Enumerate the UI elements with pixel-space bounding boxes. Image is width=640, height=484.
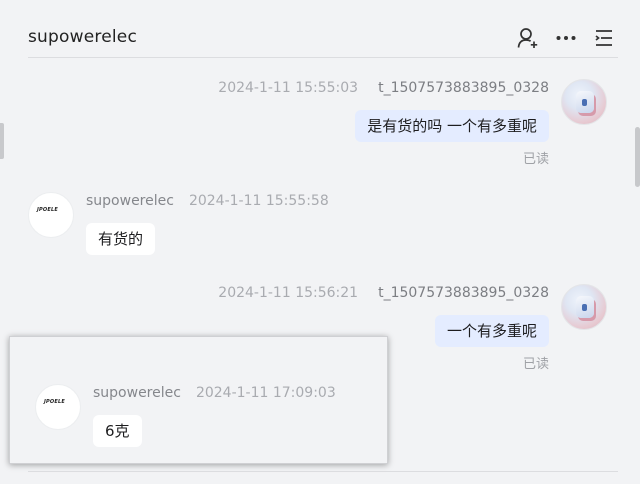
shop-avatar[interactable]: JPOELE (28, 192, 74, 238)
message-meta: 2024-1-11 15:56:21 t_1507573883895_0328 (218, 285, 549, 301)
shop-logo: JPOELE (37, 207, 58, 213)
message-time: 2024-1-11 15:55:03 (218, 80, 359, 96)
message-time: 2024-1-11 17:09:03 (195, 385, 336, 401)
message-sender: supowerelec (86, 193, 174, 209)
scrollbar-thumb[interactable] (635, 127, 640, 187)
message-time: 2024-1-11 15:56:21 (218, 285, 359, 301)
message-bubble[interactable]: 6克 (93, 415, 142, 447)
message-meta: supowerelec 2024-1-11 17:09:03 (93, 385, 336, 401)
menu-list-icon[interactable] (592, 26, 616, 50)
divider (28, 471, 618, 472)
read-status: 已读 (522, 357, 549, 372)
message-sender: t_1507573883895_0328 (378, 80, 549, 96)
shop-logo: JPOELE (44, 399, 65, 405)
user-avatar[interactable] (561, 79, 607, 125)
message-bubble[interactable]: 一个有多重呢 (434, 315, 549, 347)
add-user-icon[interactable] (516, 26, 540, 50)
message-bubble[interactable]: 是有货的吗 一个有多重呢 (355, 110, 549, 142)
read-status: 已读 (522, 152, 549, 167)
message-time: 2024-1-11 15:55:58 (188, 193, 329, 209)
message-sender: t_1507573883895_0328 (378, 285, 549, 301)
message-meta: supowerelec 2024-1-11 15:55:58 (86, 193, 329, 209)
message-sender: supowerelec (93, 385, 181, 401)
message-popup[interactable]: JPOELE supowerelec 2024-1-11 17:09:03 6克 (9, 336, 388, 464)
shop-avatar[interactable]: JPOELE (35, 384, 81, 430)
chat-title: supowerelec (28, 27, 137, 47)
user-avatar[interactable] (561, 284, 607, 330)
side-collapse-handle[interactable] (0, 123, 4, 159)
message-meta: 2024-1-11 15:55:03 t_1507573883895_0328 (218, 80, 549, 96)
chat-header: supowerelec (28, 0, 618, 58)
header-actions (516, 26, 616, 50)
message-bubble[interactable]: 有货的 (86, 223, 156, 255)
more-icon[interactable] (554, 26, 578, 50)
